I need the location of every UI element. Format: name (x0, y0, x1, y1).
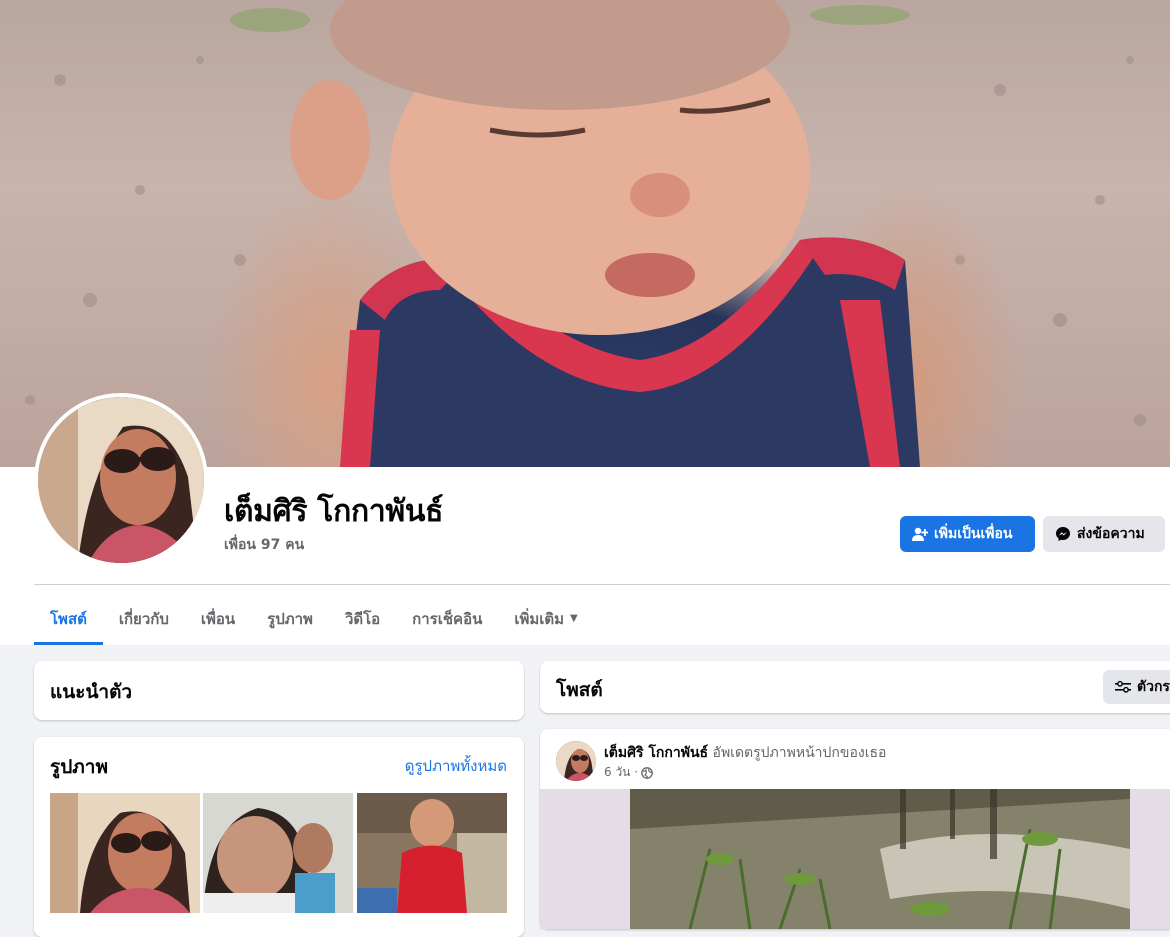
photo-thumbnail[interactable] (203, 793, 353, 913)
add-friend-label: เพิ่มเป็นเพื่อน (934, 526, 1013, 542)
friends-count[interactable]: เพื่อน 97 คน (224, 534, 304, 556)
photo-thumbnail[interactable] (50, 793, 200, 913)
tab-more[interactable]: เพิ่มเติม ▼ (498, 592, 593, 645)
tab-friends[interactable]: เพื่อน (185, 592, 251, 645)
post-author-name[interactable]: เต็มศิริ โกกาพันธ์ (604, 745, 708, 761)
profile-name: เต็มศิริ โกกาพันธ์ (224, 494, 444, 529)
message-button[interactable]: ส่งข้อความ (1043, 516, 1165, 552)
add-friend-icon (912, 526, 928, 542)
post-author-avatar[interactable] (556, 741, 596, 781)
post-timestamp[interactable]: 6 วัน · (604, 763, 638, 782)
posts-title: โพสต์ (556, 679, 603, 701)
globe-icon (641, 766, 653, 779)
filter-button[interactable]: ตัวกร (1103, 670, 1170, 704)
post-meta: 6 วัน · (604, 763, 653, 782)
post-card: เต็มศิริ โกกาพันธ์ อัพเดตรูปภาพหน้าปกของ… (540, 729, 1170, 929)
add-friend-button[interactable]: เพิ่มเป็นเพื่อน (900, 516, 1035, 552)
intro-card: แนะนำตัว (34, 661, 524, 720)
profile-header: เต็มศิริ โกกาพันธ์ เพื่อน 97 คน เพิ่มเป็… (0, 0, 1170, 645)
header-divider (34, 584, 1170, 585)
tab-checkins[interactable]: การเช็คอิน (396, 592, 498, 645)
profile-avatar[interactable] (34, 393, 208, 567)
intro-title: แนะนำตัว (50, 681, 133, 703)
filter-label: ตัวกร (1137, 679, 1170, 695)
tab-photos[interactable]: รูปภาพ (251, 592, 329, 645)
tab-videos[interactable]: วิดีโอ (329, 592, 396, 645)
posts-header-card: โพสต์ ตัวกร (540, 661, 1170, 713)
filter-icon (1115, 680, 1131, 694)
photos-title: รูปภาพ (50, 756, 108, 778)
profile-tabs: โพสต์ เกี่ยวกับ เพื่อน รูปภาพ วิดีโอ การ… (34, 592, 594, 645)
post-header: เต็มศิริ โกกาพันธ์ อัพเดตรูปภาพหน้าปกของ… (604, 742, 886, 764)
photo-thumbnail[interactable] (357, 793, 507, 913)
message-label: ส่งข้อความ (1077, 526, 1145, 542)
tab-about[interactable]: เกี่ยวกับ (103, 592, 185, 645)
caret-down-icon: ▼ (570, 613, 578, 624)
post-action-text: อัพเดตรูปภาพหน้าปกของเธอ (712, 745, 887, 761)
see-all-photos-link[interactable]: ดูรูปภาพทั้งหมด (405, 754, 507, 778)
messenger-icon (1055, 526, 1071, 542)
photos-card: รูปภาพ ดูรูปภาพทั้งหมด (34, 737, 524, 937)
tab-posts[interactable]: โพสต์ (34, 592, 103, 645)
post-image[interactable] (630, 789, 1130, 929)
